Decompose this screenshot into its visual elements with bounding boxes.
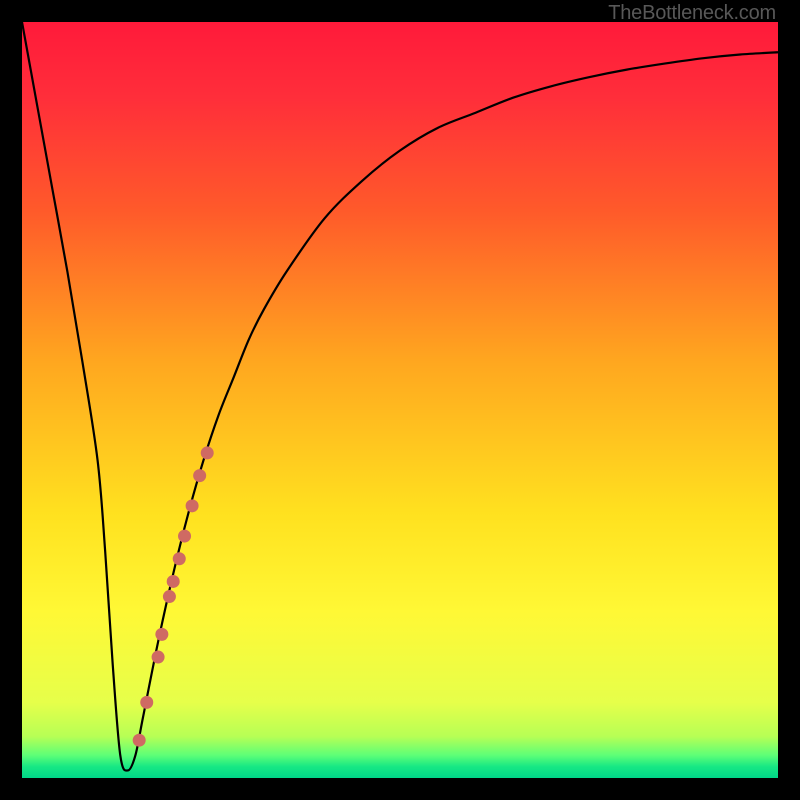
highlight-dot	[173, 552, 186, 565]
highlight-dot	[163, 590, 176, 603]
gradient-background	[22, 22, 778, 778]
highlight-dot	[186, 499, 199, 512]
highlight-dot	[140, 696, 153, 709]
highlight-dot	[155, 628, 168, 641]
highlight-dot	[133, 734, 146, 747]
highlight-dot	[178, 530, 191, 543]
highlight-dot	[201, 446, 214, 459]
highlight-dot	[152, 651, 165, 664]
highlight-dot	[193, 469, 206, 482]
highlight-dot	[167, 575, 180, 588]
chart-frame: TheBottleneck.com	[0, 0, 800, 800]
bottleneck-chart	[22, 22, 778, 778]
plot-area	[22, 22, 778, 778]
